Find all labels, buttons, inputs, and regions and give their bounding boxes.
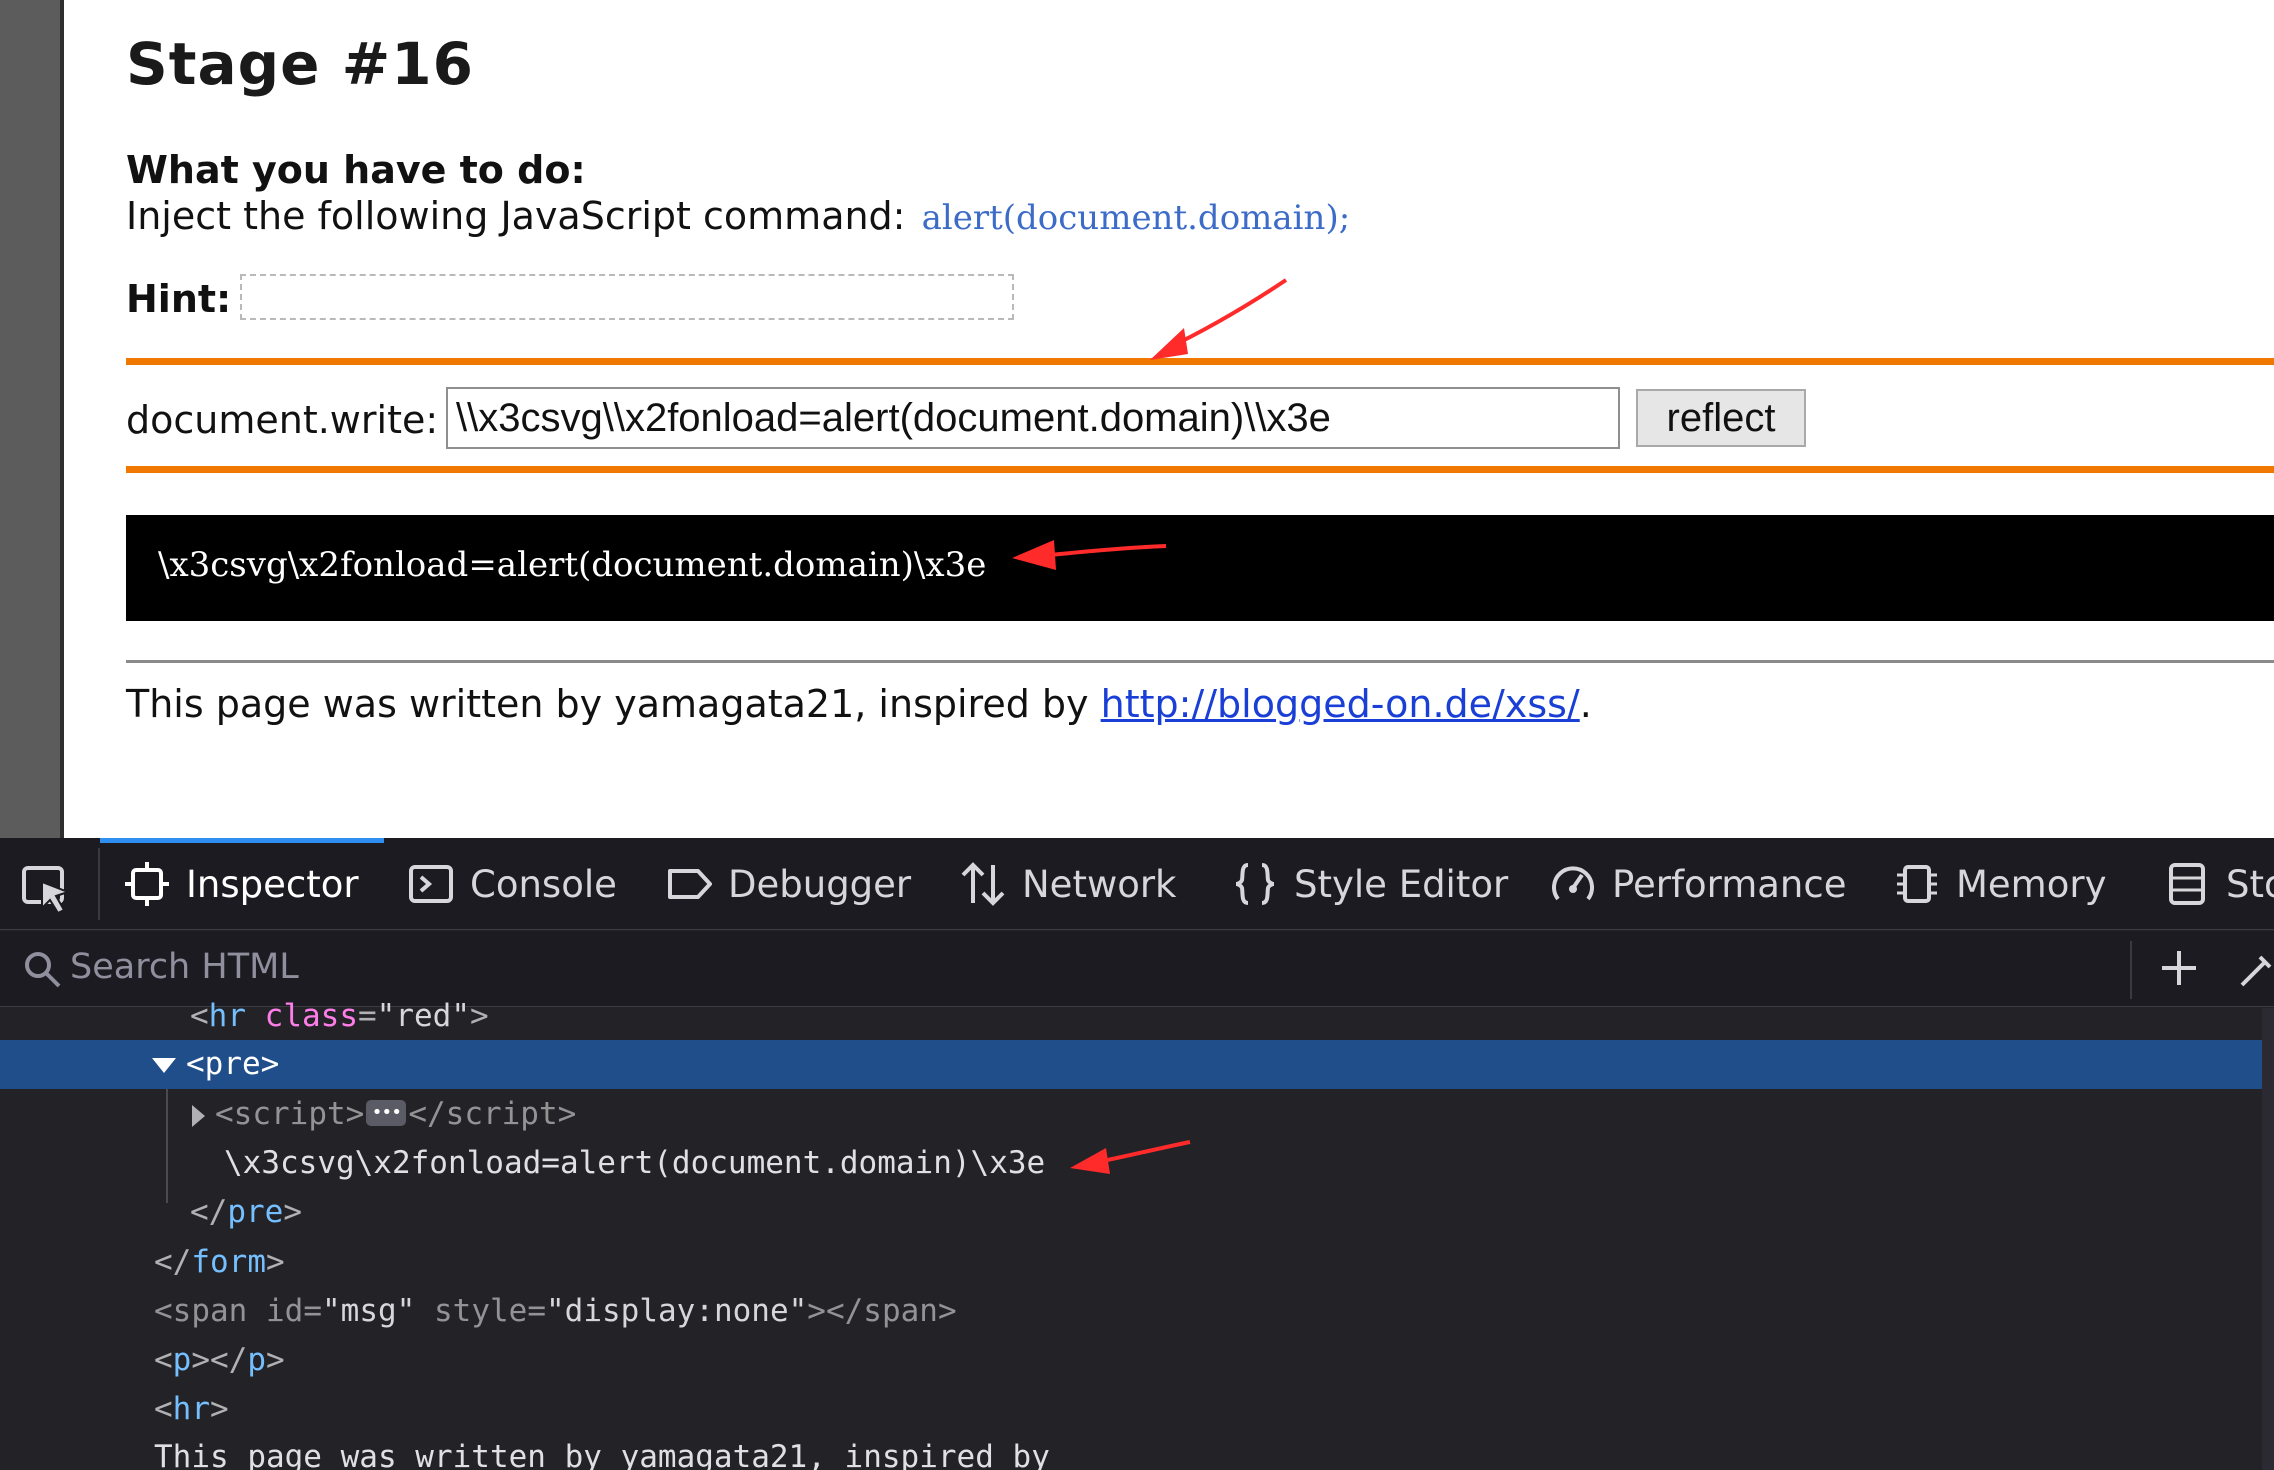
left-gutter bbox=[0, 0, 62, 838]
memory-icon bbox=[1897, 865, 1937, 903]
todo-heading: What you have to do: bbox=[126, 148, 586, 192]
markup-attr-value: "red" bbox=[376, 998, 470, 1034]
tab-label: Debugger bbox=[728, 862, 912, 906]
element-picker-icon[interactable] bbox=[18, 860, 74, 916]
markup-tag-name: span bbox=[172, 1293, 248, 1329]
markup-text-node: \x3csvg\x2fonload=alert(document.domain)… bbox=[224, 1145, 1046, 1181]
output-text: \x3csvg\x2fonload=alert(document.domain)… bbox=[158, 545, 987, 585]
add-node-icon[interactable] bbox=[2156, 945, 2202, 991]
markup-tag-name: p bbox=[247, 1342, 267, 1378]
orange-divider-bottom bbox=[126, 466, 2274, 473]
tab-inspector[interactable]: Inspector bbox=[124, 838, 359, 930]
markup-tag-name: pre bbox=[227, 1194, 284, 1230]
hint-label: Hint: bbox=[126, 277, 232, 321]
tab-label: Sto bbox=[2226, 862, 2274, 906]
markup-line-hr2[interactable]: <hr> bbox=[0, 1385, 2262, 1434]
tab-label: Memory bbox=[1956, 862, 2107, 906]
docwrite-label: document.write: bbox=[126, 398, 439, 442]
eyedropper-icon[interactable] bbox=[2236, 945, 2274, 991]
todo-command: alert(document.domain); bbox=[921, 198, 1351, 238]
todo-text: Inject the following JavaScript command: bbox=[126, 194, 906, 238]
storage-icon bbox=[2169, 863, 2205, 905]
left-gutter-edge bbox=[60, 0, 64, 838]
reflect-button[interactable]: reflect bbox=[1636, 389, 1806, 447]
tab-label: Network bbox=[1022, 862, 1177, 906]
docwrite-input[interactable]: \\x3csvg\\x2fonload=alert(document.domai… bbox=[446, 387, 1620, 449]
markup-line-text[interactable]: \x3csvg\x2fonload=alert(document.domain)… bbox=[0, 1139, 2262, 1188]
tab-label: Console bbox=[470, 862, 617, 906]
markup-tag-name: pre bbox=[204, 1046, 261, 1082]
toolbar-separator bbox=[98, 848, 100, 920]
tab-memory[interactable]: Memory bbox=[1894, 838, 2106, 930]
tab-label: Performance bbox=[1612, 862, 1847, 906]
tab-storage[interactable]: Sto bbox=[2164, 838, 2274, 930]
footer-line: This page was written by yamagata21, ins… bbox=[126, 682, 1592, 726]
markup-view: <hr class="red"> <pre> <script></script>… bbox=[0, 998, 2274, 1470]
devtools-toolbar: Inspector Console Debugger Network Style… bbox=[0, 838, 2274, 930]
markup-tag-name: span bbox=[863, 1293, 938, 1329]
annotation-arrow-icon bbox=[1150, 278, 1288, 360]
expand-triangle-icon[interactable] bbox=[192, 1104, 205, 1127]
footer-text: This page was written by yamagata21, ins… bbox=[126, 682, 1089, 726]
footer-suffix: . bbox=[1579, 682, 1592, 726]
tab-label: Inspector bbox=[186, 862, 359, 906]
tab-network[interactable]: Network bbox=[960, 838, 1177, 930]
hint-box bbox=[240, 274, 1014, 320]
markup-attr-name: id bbox=[266, 1293, 304, 1329]
markup-line-trailing-text[interactable]: This page was written by yamagata21, ins… bbox=[0, 1433, 2262, 1470]
todo-instruction: Inject the following JavaScript command:… bbox=[126, 194, 1350, 238]
markup-attr-value: "display:none" bbox=[546, 1293, 808, 1329]
web-page: Stage #16 What you have to do: Inject th… bbox=[0, 0, 2274, 838]
tab-label: Style Editor bbox=[1294, 862, 1509, 906]
style-editor-icon bbox=[1235, 863, 1275, 905]
search-input[interactable]: Search HTML bbox=[70, 947, 299, 987]
footer-link[interactable]: http://blogged-on.de/xss/ bbox=[1101, 682, 1580, 726]
tab-performance[interactable]: Performance bbox=[1550, 838, 1846, 930]
tab-console[interactable]: Console bbox=[408, 838, 617, 930]
devtools-panel: Inspector Console Debugger Network Style… bbox=[0, 838, 2274, 1470]
search-icon bbox=[25, 952, 61, 988]
tab-debugger[interactable]: Debugger bbox=[666, 838, 911, 930]
markup-tag-name: form bbox=[191, 1244, 266, 1280]
markup-text-node: This page was written by yamagata21, ins… bbox=[154, 1439, 1050, 1470]
markup-tag-name: script bbox=[445, 1096, 558, 1132]
markup-line-pre-selected[interactable]: <pre> bbox=[0, 1040, 2262, 1089]
markup-attr-value: "msg" bbox=[322, 1293, 416, 1329]
collapse-triangle-icon[interactable] bbox=[152, 1058, 176, 1073]
markup-attr-name: style bbox=[434, 1293, 528, 1329]
performance-icon bbox=[1552, 866, 1594, 901]
markup-line-span[interactable]: <span id="msg" style="display:none"></sp… bbox=[0, 1287, 2262, 1336]
markup-tag-name: script bbox=[233, 1096, 346, 1132]
orange-divider-top bbox=[126, 358, 2274, 365]
markup-tag-name: hr bbox=[208, 998, 246, 1034]
tab-style-editor[interactable]: Style Editor bbox=[1232, 838, 1508, 930]
markup-line-form-close[interactable]: </form> bbox=[0, 1238, 2262, 1287]
markup-tag-name: p bbox=[172, 1342, 192, 1378]
console-icon bbox=[409, 865, 453, 903]
search-separator bbox=[2130, 941, 2132, 999]
debugger-icon bbox=[668, 869, 712, 899]
markup-line-p[interactable]: <p></p> bbox=[0, 1336, 2262, 1385]
ellipsis-badge-icon[interactable] bbox=[366, 1088, 407, 1137]
markup-line-script[interactable]: <script></script> bbox=[0, 1088, 2262, 1139]
network-icon bbox=[961, 862, 1005, 906]
page-divider bbox=[126, 660, 2274, 663]
markup-attr-name: class bbox=[264, 998, 358, 1034]
page-title: Stage #16 bbox=[126, 30, 474, 98]
markup-line-pre-close[interactable]: </pre> bbox=[0, 1188, 2262, 1237]
markup-scrollbar[interactable] bbox=[2262, 1008, 2274, 1470]
inspector-icon bbox=[125, 862, 169, 906]
markup-tag-name: hr bbox=[172, 1391, 210, 1427]
markup-line-hr[interactable]: <hr class="red"> bbox=[0, 992, 2262, 1041]
